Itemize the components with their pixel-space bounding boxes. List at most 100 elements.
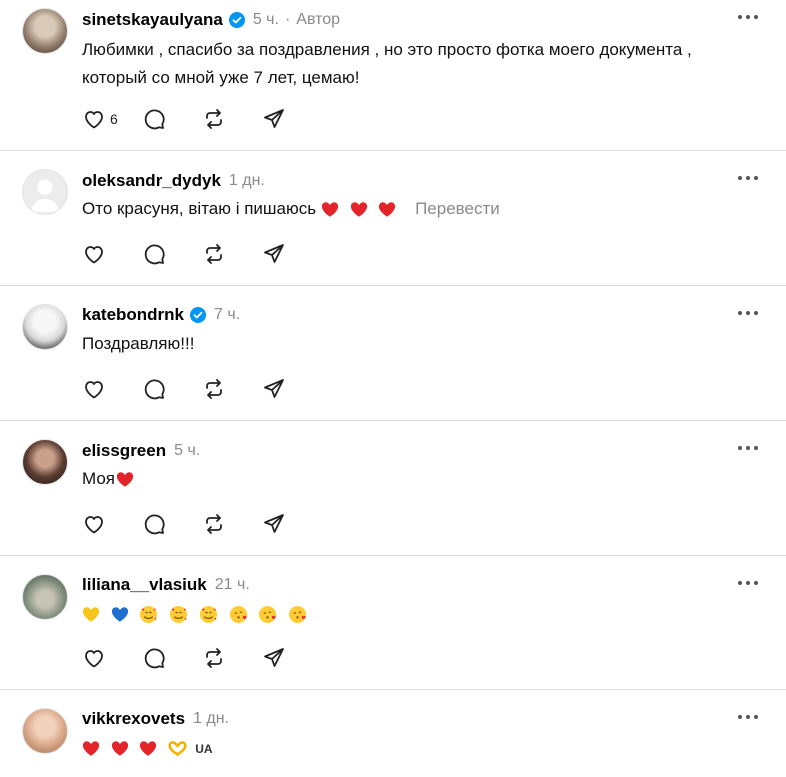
share-button[interactable]	[262, 107, 286, 131]
post-oleksandr-dydyk: oleksandr_dydyk 1 дн. Ото красуня, вітаю…	[0, 151, 786, 286]
more-options-icon[interactable]	[738, 711, 758, 723]
repost-icon	[206, 514, 222, 534]
timestamp[interactable]: 1 дн.	[193, 710, 229, 728]
like-button[interactable]	[82, 242, 106, 266]
repost-button[interactable]	[202, 242, 226, 266]
repost-icon	[206, 648, 222, 668]
username[interactable]: sinetskayaulyana	[82, 10, 223, 30]
timestamp[interactable]: 7 ч.	[214, 306, 240, 324]
like-button[interactable]	[82, 512, 106, 536]
action-bar	[82, 646, 322, 670]
comment-text: Моя	[82, 469, 116, 488]
reply-button[interactable]	[142, 512, 166, 536]
comment-text: Ото красуня, вітаю і пишаюсь	[82, 199, 317, 218]
comment-icon	[144, 648, 165, 669]
share-button[interactable]	[262, 377, 286, 401]
more-options-icon[interactable]	[738, 11, 758, 23]
send-icon	[264, 514, 284, 533]
timestamp[interactable]: 1 дн.	[229, 172, 265, 190]
post-text-line: Любимки , спасибо за поздравления , но э…	[82, 40, 692, 59]
post-header: katebondrnk 7 ч.	[82, 304, 240, 326]
share-button[interactable]	[262, 512, 286, 536]
post-text: Ото красуня, вітаю і пишаюсь Перевести	[82, 195, 500, 223]
username[interactable]: liliana__vlasiuk	[82, 575, 207, 595]
post-vikkrexovets: vikkrexovets 1 дн. UA	[0, 690, 786, 777]
username[interactable]: katebondrnk	[82, 305, 184, 325]
like-button[interactable]	[82, 646, 106, 670]
avatar[interactable]	[22, 8, 68, 54]
action-bar: 6	[82, 107, 322, 131]
red-heart-icon	[111, 741, 128, 756]
avatar[interactable]	[22, 574, 68, 620]
action-bar	[82, 242, 322, 266]
red-heart-icon	[350, 202, 367, 217]
timestamp[interactable]: 5 ч.	[253, 11, 279, 29]
heart-hands-icon	[168, 741, 187, 757]
timestamp[interactable]: 21 ч.	[215, 576, 250, 594]
translate-link[interactable]: Перевести	[415, 199, 500, 218]
avatar[interactable]	[22, 708, 68, 754]
reply-button[interactable]	[142, 377, 166, 401]
username[interactable]: oleksandr_dydyk	[82, 171, 221, 191]
repost-icon	[206, 379, 222, 399]
like-button[interactable]	[82, 377, 106, 401]
smiling-face-with-hearts-icon	[170, 605, 188, 624]
username[interactable]: vikkrexovets	[82, 709, 185, 729]
face-blowing-kiss-icon	[289, 605, 307, 624]
share-button[interactable]	[262, 646, 286, 670]
send-icon	[263, 109, 284, 128]
comment-icon	[144, 244, 165, 265]
repost-button[interactable]	[202, 377, 226, 401]
timestamp[interactable]: 5 ч.	[174, 442, 200, 460]
default-avatar-icon	[30, 179, 60, 213]
post-elissgreen: elissgreen 5 ч. Моя	[0, 421, 786, 556]
post-text: Любимки , спасибо за поздравления , но э…	[82, 36, 692, 92]
post-text: UA	[82, 734, 213, 763]
heart-icon	[85, 111, 103, 129]
heart-icon	[85, 650, 103, 668]
repost-button[interactable]	[202, 646, 226, 670]
repost-button[interactable]	[202, 512, 226, 536]
face-blowing-kiss-icon	[229, 605, 247, 624]
post-header: liliana__vlasiuk 21 ч.	[82, 574, 250, 596]
verified-badge-icon	[228, 12, 245, 28]
more-options-icon[interactable]	[738, 442, 758, 454]
ua-tag: UA	[195, 741, 213, 756]
comment-icon	[144, 379, 165, 400]
post-sinetskayaulyana: sinetskayaulyana 5 ч. · Автор Любимки , …	[0, 0, 786, 151]
reply-button[interactable]	[142, 107, 166, 131]
post-header: elissgreen 5 ч.	[82, 440, 200, 462]
post-text-line: который со мной уже 7 лет, цемаю!	[82, 68, 360, 87]
repost-icon	[205, 109, 222, 129]
reply-button[interactable]	[142, 242, 166, 266]
red-heart-icon	[82, 741, 100, 756]
heart-icon	[85, 246, 103, 264]
post-text: Поздравляю!!!	[82, 330, 194, 358]
more-options-icon[interactable]	[738, 172, 758, 184]
comment-text: Поздравляю!!!	[82, 334, 195, 353]
red-heart-icon	[379, 202, 396, 217]
heart-icon	[85, 381, 103, 399]
comment-icon	[144, 109, 165, 130]
heart-icon	[85, 516, 103, 534]
avatar[interactable]	[22, 304, 68, 350]
yellow-heart-icon	[82, 607, 100, 622]
more-options-icon[interactable]	[738, 577, 758, 589]
smiling-face-with-hearts-icon	[199, 605, 217, 624]
avatar[interactable]	[22, 439, 68, 485]
post-katebondrnk: katebondrnk 7 ч. Поздравляю!!!	[0, 286, 786, 421]
reply-button[interactable]	[142, 646, 166, 670]
post-header: sinetskayaulyana 5 ч. · Автор	[82, 9, 340, 31]
username[interactable]: elissgreen	[82, 441, 166, 461]
send-icon	[264, 648, 284, 667]
smiling-face-with-hearts-icon	[140, 605, 158, 624]
like-count: 6	[110, 111, 118, 127]
avatar[interactable]	[22, 169, 68, 215]
like-button[interactable]: 6	[82, 107, 118, 131]
repost-button[interactable]	[202, 107, 226, 131]
action-bar	[82, 377, 322, 401]
share-button[interactable]	[262, 242, 286, 266]
more-options-icon[interactable]	[738, 307, 758, 319]
red-heart-icon	[321, 202, 338, 217]
post-liliana-vlasiuk: liliana__vlasiuk 21 ч.	[0, 556, 786, 690]
